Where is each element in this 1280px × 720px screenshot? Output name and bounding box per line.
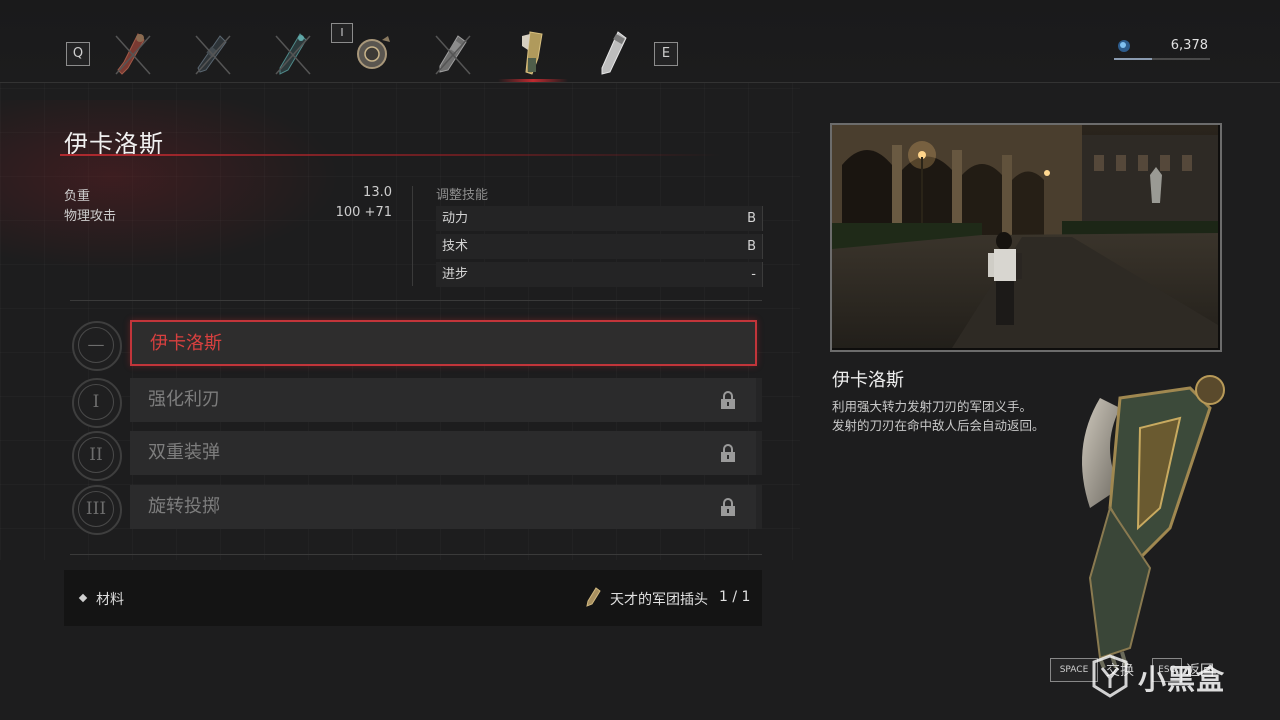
hotbar-slot-3[interactable] bbox=[268, 28, 316, 80]
upgrade-name: 伊卡洛斯 bbox=[150, 333, 222, 354]
row-edge bbox=[756, 485, 762, 529]
upgrade-tier-badge: I bbox=[72, 378, 122, 428]
row-edge bbox=[756, 431, 762, 475]
scaling-row-advance: 进步 - bbox=[436, 262, 763, 287]
upgrade-row[interactable]: 双重装弹 bbox=[130, 431, 756, 475]
scaling-header: 调整技能 bbox=[436, 188, 489, 203]
hotbar-slot-6-active[interactable] bbox=[508, 28, 556, 80]
scaling-grade: - bbox=[751, 267, 756, 282]
prev-key-hint[interactable]: Q bbox=[66, 42, 90, 66]
legion-plug-icon bbox=[586, 587, 601, 607]
lock-icon bbox=[721, 444, 735, 462]
materials-panel: 材料 天才的军团插头 1 / 1 bbox=[64, 570, 762, 626]
upgrade-row[interactable]: 强化利刃 bbox=[130, 378, 756, 422]
scaling-label: 进步 bbox=[442, 267, 469, 282]
currency-bar bbox=[1114, 58, 1210, 60]
hotbar-slot-5[interactable] bbox=[428, 28, 476, 80]
ergo-orb-icon bbox=[1118, 40, 1130, 52]
bullet-diamond-icon bbox=[78, 593, 88, 603]
description-line: 发射的刀刃在命中敌人后会自动返回。 bbox=[832, 418, 1045, 433]
hotbar-slot-2[interactable] bbox=[188, 28, 236, 80]
scaling-label: 技术 bbox=[442, 239, 469, 254]
weapon-preview-image bbox=[830, 123, 1222, 352]
stat-label: 负重 bbox=[64, 189, 91, 204]
section-divider bbox=[70, 554, 762, 555]
detail-title: 伊卡洛斯 bbox=[832, 370, 904, 391]
upgrade-tier-badge: III bbox=[72, 485, 122, 535]
scaling-row-technique: 技术 B bbox=[436, 234, 763, 259]
tier-numeral: III bbox=[78, 491, 114, 527]
scaling-row-motivity: 动力 B bbox=[436, 206, 763, 231]
scaling-grade: B bbox=[747, 211, 756, 226]
arm-blade-icon bbox=[522, 31, 543, 75]
scene-illustration bbox=[832, 125, 1218, 348]
upgrade-tier-badge: II bbox=[72, 431, 122, 481]
scaling-grade: B bbox=[747, 239, 756, 254]
upgrade-name: 强化利刃 bbox=[148, 389, 220, 410]
currency-display: 6,378 bbox=[1114, 38, 1210, 62]
arm-shield-icon bbox=[357, 36, 390, 69]
legion-arm-illustration bbox=[1082, 375, 1225, 668]
row-edge bbox=[756, 378, 762, 422]
scaling-label: 动力 bbox=[442, 211, 469, 226]
section-divider bbox=[70, 300, 762, 301]
weapon-hotbar: Q E I 6,378 bbox=[0, 0, 1280, 83]
hotbar-slot-1[interactable] bbox=[108, 28, 156, 80]
arm-weapon-icon bbox=[435, 35, 471, 75]
tier-numeral: — bbox=[78, 327, 114, 363]
active-slot-underline bbox=[498, 79, 568, 82]
stat-value: 13.0 bbox=[363, 185, 392, 200]
upgrade-name: 旋转投掷 bbox=[148, 496, 220, 517]
tier-numeral: II bbox=[78, 437, 114, 473]
stat-value: 100 +71 bbox=[335, 205, 392, 220]
currency-value: 6,378 bbox=[1170, 38, 1208, 53]
materials-label: 材料 bbox=[96, 592, 124, 608]
detail-description: 利用强大转力发射刀刃的军团义手。 发射的刀刃在命中敌人后会自动返回。 bbox=[832, 397, 1092, 435]
hotbar-slot-4[interactable] bbox=[348, 28, 396, 80]
material-item-count: 1 / 1 bbox=[719, 589, 751, 605]
tier-numeral: I bbox=[78, 384, 114, 420]
next-key-hint[interactable]: E bbox=[654, 42, 678, 66]
description-line: 利用强大转力发射刀刃的军团义手。 bbox=[832, 399, 1033, 414]
currency-bar-fill bbox=[1114, 58, 1153, 60]
lock-icon bbox=[721, 498, 735, 516]
stat-label: 物理攻击 bbox=[64, 209, 117, 224]
arm-weapon-icon bbox=[195, 35, 231, 75]
stat-physical-attack: 物理攻击 100 +71 bbox=[64, 205, 392, 224]
material-item-name: 天才的军团插头 bbox=[610, 592, 708, 608]
watermark-text: 小黑盒 bbox=[1138, 663, 1226, 696]
title-underline bbox=[60, 154, 720, 156]
stat-weight: 负重 13.0 bbox=[64, 185, 392, 204]
stats-divider bbox=[412, 186, 413, 286]
upgrade-tier-badge: — bbox=[72, 321, 122, 371]
upgrade-row-selected[interactable]: 伊卡洛斯 bbox=[130, 320, 757, 366]
arm-weapon-icon bbox=[275, 33, 311, 75]
upgrade-name: 双重装弹 bbox=[148, 442, 220, 463]
hotbar-slot-7[interactable] bbox=[588, 28, 636, 80]
upgrade-row[interactable]: 旋转投掷 bbox=[130, 485, 756, 529]
arm-drill-icon bbox=[601, 31, 627, 75]
arm-weapon-icon bbox=[115, 33, 151, 75]
lock-icon bbox=[721, 391, 735, 409]
